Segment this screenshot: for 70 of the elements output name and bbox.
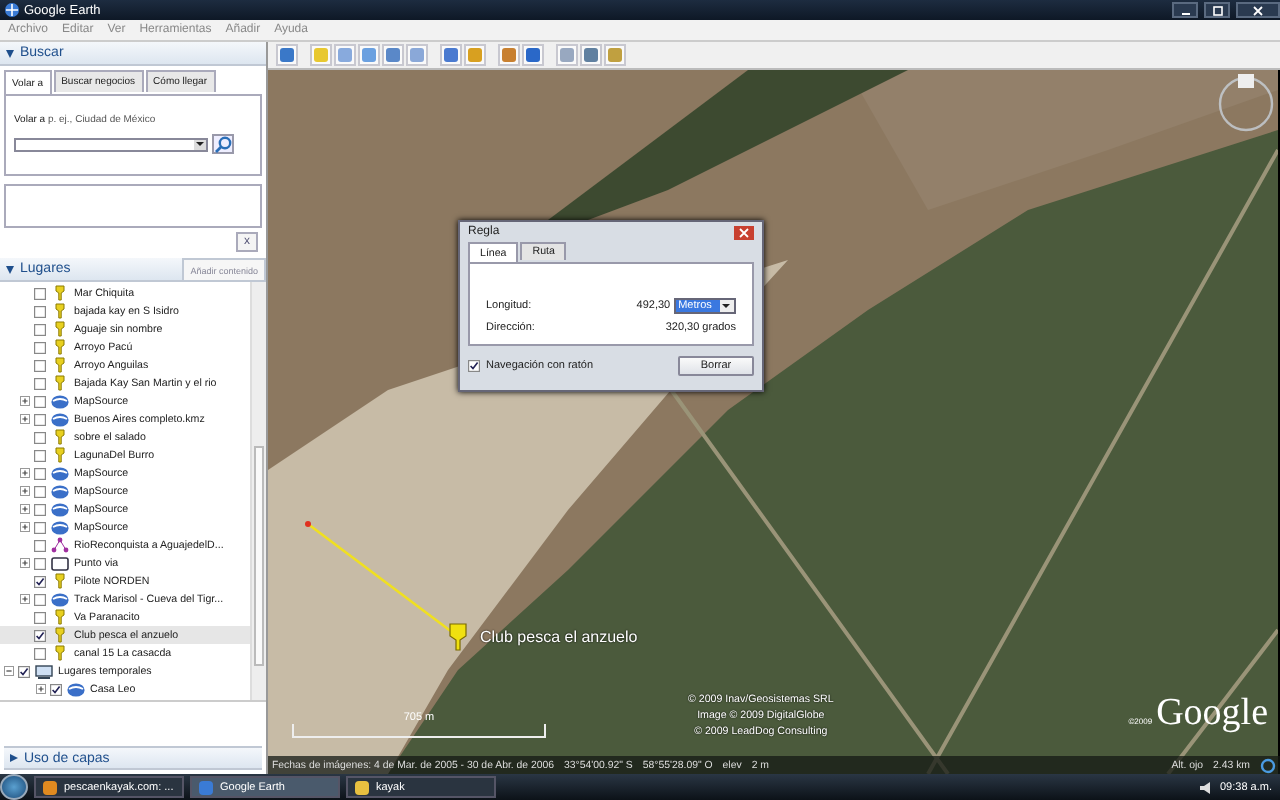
streaming-icon xyxy=(1260,757,1276,773)
search-button[interactable] xyxy=(212,134,234,154)
scrollbar-thumb[interactable] xyxy=(254,446,264,666)
expand-icon[interactable] xyxy=(20,414,30,424)
globe-icon xyxy=(50,482,70,500)
checkbox[interactable] xyxy=(34,485,46,497)
app-icon xyxy=(42,779,58,795)
close-button[interactable] xyxy=(1236,2,1280,18)
collapse-icon[interactable] xyxy=(4,666,14,676)
checkbox[interactable] xyxy=(468,360,480,372)
globe-icon xyxy=(50,392,70,410)
checkbox[interactable] xyxy=(34,341,46,353)
checkbox[interactable] xyxy=(34,377,46,389)
app-icon xyxy=(198,779,214,795)
globe-icon xyxy=(4,2,20,18)
maximize-button[interactable] xyxy=(1204,2,1230,18)
expand-icon[interactable] xyxy=(20,522,30,532)
search-field[interactable] xyxy=(14,137,208,151)
placemark-label[interactable]: Club pesca el anzuelo xyxy=(480,628,638,646)
globe-icon xyxy=(50,590,70,608)
checkbox[interactable] xyxy=(18,665,30,677)
checkbox[interactable] xyxy=(34,305,46,317)
checkbox[interactable] xyxy=(34,611,46,623)
monitor-icon xyxy=(50,554,70,572)
search-icon xyxy=(214,135,232,153)
expand-icon[interactable] xyxy=(20,468,30,478)
globe-icon xyxy=(66,680,86,698)
close-button[interactable] xyxy=(734,225,754,239)
scrollbar[interactable] xyxy=(250,282,266,700)
globe-icon xyxy=(50,518,70,536)
checkbox[interactable] xyxy=(34,503,46,515)
checkbox[interactable] xyxy=(34,449,46,461)
checkbox[interactable] xyxy=(34,467,46,479)
pushpin-icon[interactable] xyxy=(444,620,472,652)
dropdown-button[interactable] xyxy=(194,139,206,149)
expand-triangle-icon xyxy=(10,754,18,762)
maximize-icon xyxy=(1211,5,1223,15)
close-icon xyxy=(1252,5,1264,15)
start-button[interactable] xyxy=(0,774,28,800)
expand-icon[interactable] xyxy=(20,504,30,514)
checkbox[interactable] xyxy=(34,647,46,659)
globe-icon xyxy=(50,410,70,428)
checkbox[interactable] xyxy=(34,557,46,569)
expand-icon[interactable] xyxy=(36,684,46,694)
compass-icon[interactable] xyxy=(1216,74,1276,134)
expand-icon[interactable] xyxy=(20,486,30,496)
google-logo: Google xyxy=(1156,694,1268,732)
checkbox[interactable] xyxy=(34,413,46,425)
checkbox[interactable] xyxy=(34,539,46,551)
globe-icon xyxy=(50,500,70,518)
expand-triangle-icon xyxy=(6,265,14,273)
app-icon xyxy=(354,779,370,795)
checkbox[interactable] xyxy=(34,323,46,335)
expand-icon[interactable] xyxy=(20,594,30,604)
checkbox[interactable] xyxy=(34,395,46,407)
checkbox[interactable] xyxy=(34,593,46,605)
expand-icon[interactable] xyxy=(20,558,30,568)
checkbox[interactable] xyxy=(34,521,46,533)
checkbox[interactable] xyxy=(34,575,46,587)
checkbox[interactable] xyxy=(50,683,62,695)
checkbox[interactable] xyxy=(34,359,46,371)
globe-icon xyxy=(50,464,70,482)
checkbox[interactable] xyxy=(34,287,46,299)
checkbox[interactable] xyxy=(34,431,46,443)
checkbox[interactable] xyxy=(34,629,46,641)
speaker-icon[interactable] xyxy=(1198,779,1214,795)
close-icon xyxy=(738,227,750,237)
expand-triangle-icon xyxy=(6,49,14,57)
expand-icon[interactable] xyxy=(20,396,30,406)
minimize-button[interactable] xyxy=(1172,2,1198,18)
